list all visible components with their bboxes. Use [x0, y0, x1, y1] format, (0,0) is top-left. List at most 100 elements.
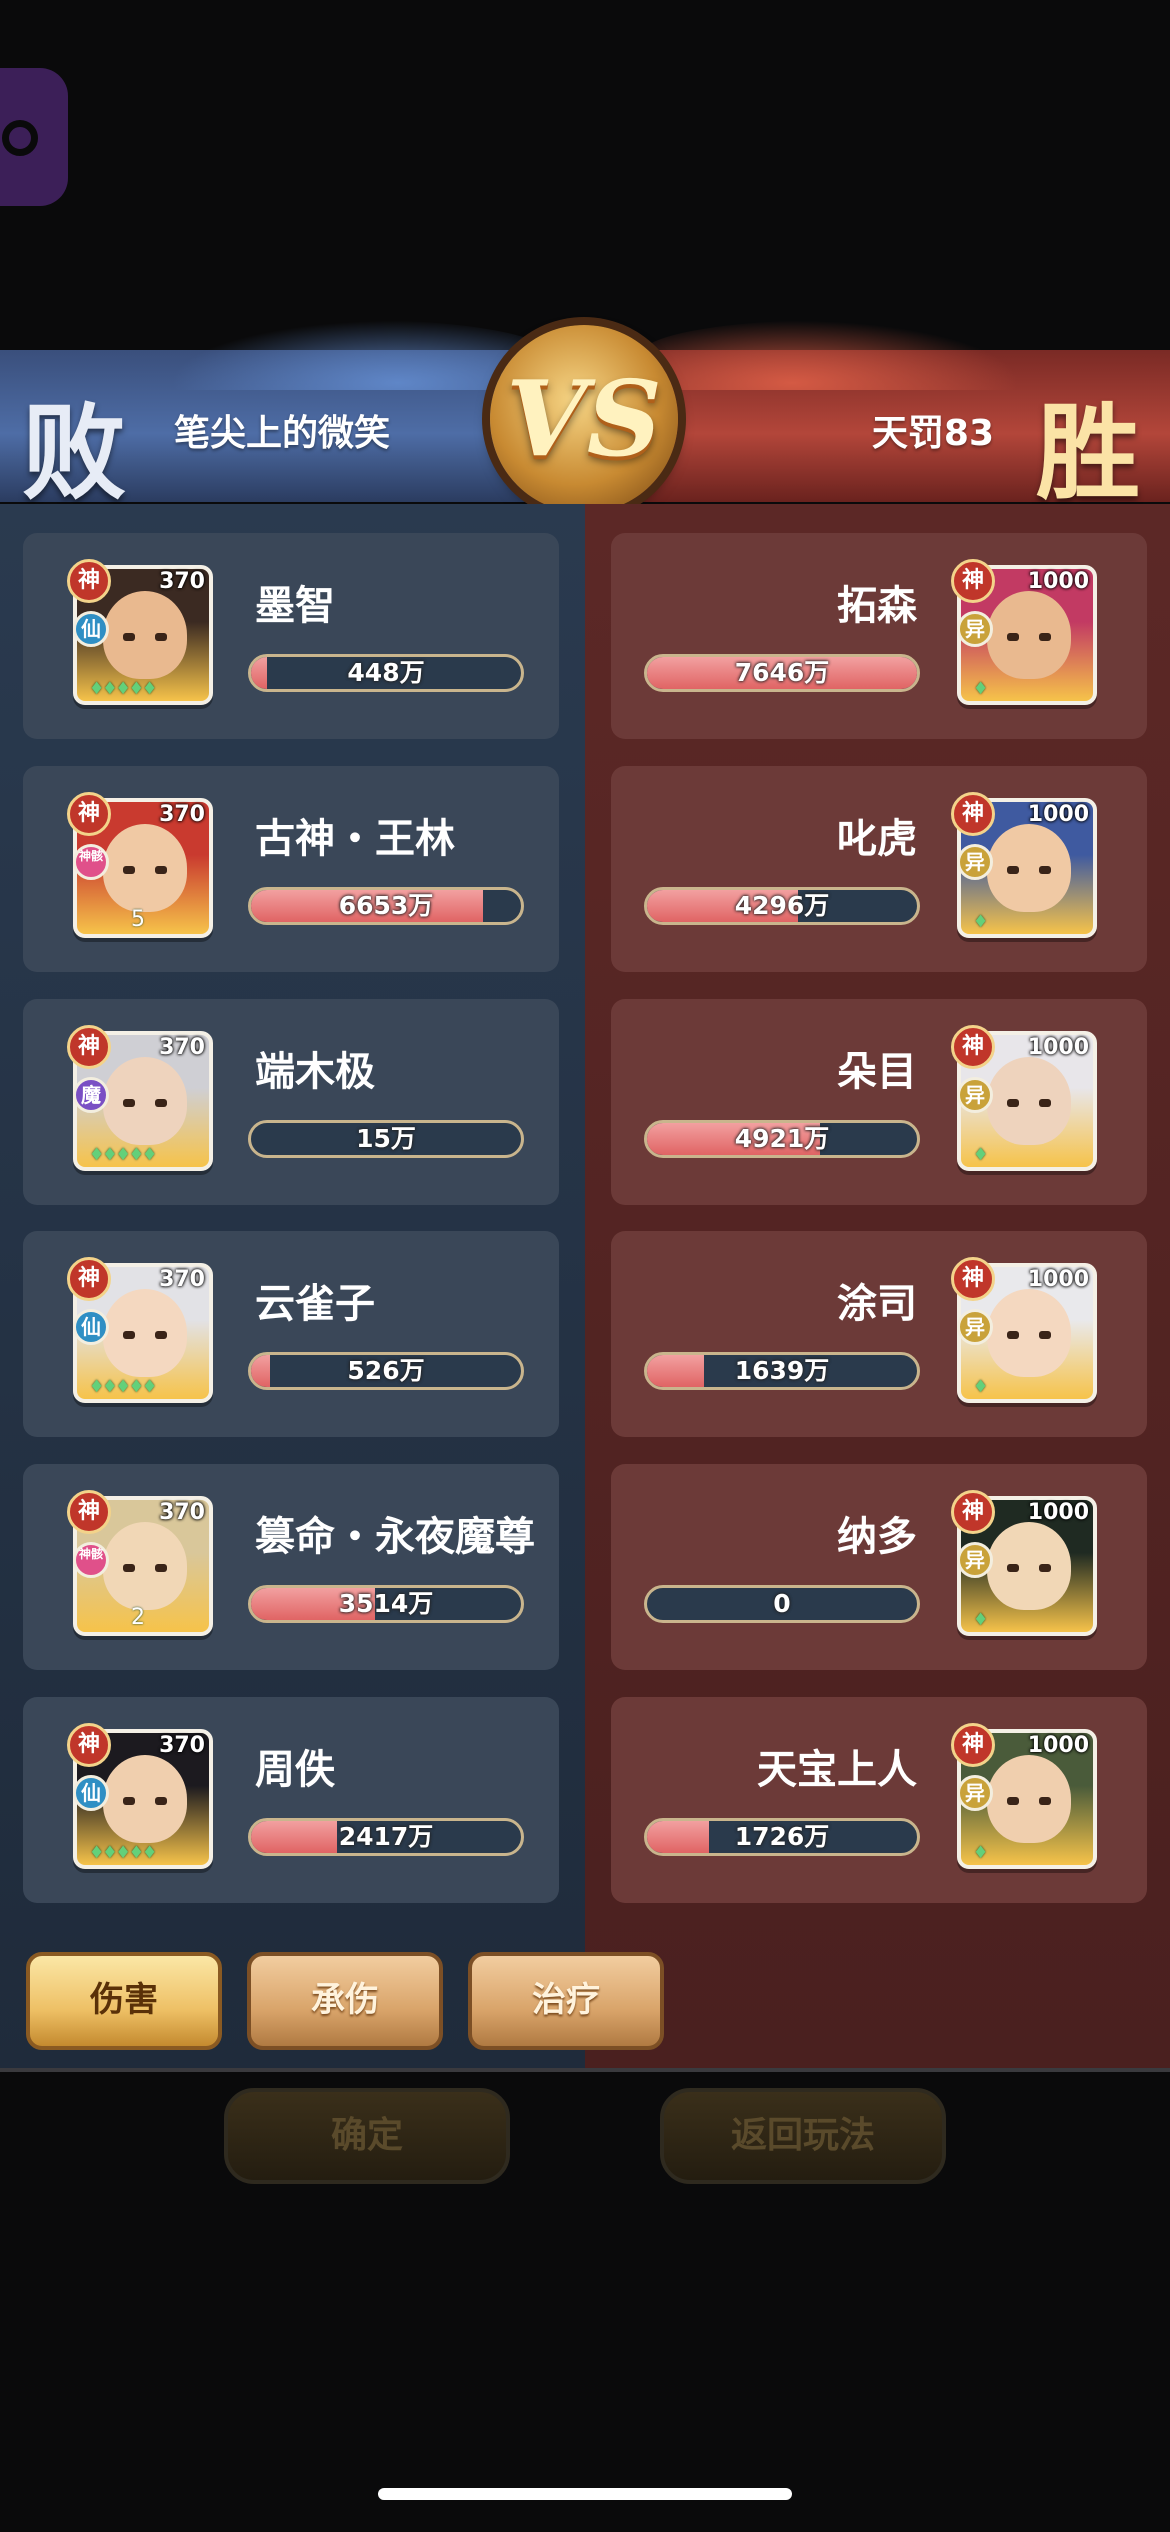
hero-portrait[interactable]: 神仙 370 ♦♦♦♦♦ — [67, 1723, 213, 1869]
defeat-label: 败 — [22, 391, 127, 514]
hero-portrait[interactable]: 神仙 370 ♦♦♦♦♦ — [67, 1257, 213, 1403]
hero-level: 1000 — [1027, 1500, 1089, 1525]
hero-face-icon — [103, 1755, 187, 1843]
damage-value: 4921万 — [734, 1124, 830, 1153]
hero-name: 周佚 — [255, 1747, 335, 1793]
faction-badge: 仙 — [73, 1775, 109, 1811]
hero-name: 涂司 — [837, 1281, 917, 1327]
hero-portrait[interactable]: 神异 1000 ♦ — [951, 1723, 1097, 1869]
faction-badge: 神骸 — [73, 1542, 109, 1578]
damage-bar: 1639万 — [644, 1352, 920, 1390]
hero-level: 370 — [159, 1500, 205, 1525]
god-rank-badge: 神 — [67, 1025, 111, 1069]
hero-face-icon — [987, 1289, 1071, 1377]
tab-damage[interactable]: 伤害 — [26, 1952, 222, 2050]
home-indicator[interactable] — [378, 2488, 792, 2500]
hero-face-icon — [103, 1522, 187, 1610]
tab-damage-taken[interactable]: 承伤 — [247, 1952, 443, 2050]
faction-badge: 异 — [957, 844, 993, 880]
hero-level: 370 — [159, 1035, 205, 1060]
right-hero-card[interactable]: 神异 1000 ♦ 朵目 4921万 — [611, 999, 1147, 1205]
star-rank: ♦♦♦♦♦ — [89, 1843, 157, 1863]
hero-name: 墨智 — [255, 583, 335, 629]
hero-portrait[interactable]: 神异 1000 ♦ — [951, 792, 1097, 938]
hero-name: 叱虎 — [837, 816, 917, 862]
right-hero-card[interactable]: 神异 1000 ♦ 纳多 0 — [611, 1464, 1147, 1670]
damage-value: 526万 — [347, 1356, 425, 1385]
hero-level: 370 — [159, 569, 205, 594]
right-hero-card[interactable]: 神异 1000 ♦ 天宝上人 1726万 — [611, 1697, 1147, 1903]
hero-portrait[interactable]: 神神骸 370 5 — [67, 792, 213, 938]
faction-badge: 神骸 — [73, 844, 109, 880]
hero-name: 云雀子 — [255, 1281, 375, 1327]
damage-bar: 1726万 — [644, 1818, 920, 1856]
hero-portrait[interactable]: 神异 1000 ♦ — [951, 1025, 1097, 1171]
hero-name: 端木极 — [255, 1049, 375, 1095]
hero-face-icon — [987, 1057, 1071, 1145]
right-hero-card[interactable]: 神异 1000 ♦ 涂司 1639万 — [611, 1231, 1147, 1437]
hero-portrait[interactable]: 神异 1000 ♦ — [951, 1490, 1097, 1636]
right-hero-card[interactable]: 神异 1000 ♦ 拓森 7646万 — [611, 533, 1147, 739]
hero-face-icon — [103, 591, 187, 679]
left-hero-card[interactable]: 神魔 370 ♦♦♦♦♦ 端木极 15万 — [23, 999, 559, 1205]
hero-level: 370 — [159, 1733, 205, 1758]
hero-name: 拓森 — [837, 583, 917, 629]
damage-bar: 448万 — [248, 654, 524, 692]
hero-face-icon — [987, 1522, 1071, 1610]
right-player-name: 天罚83 — [871, 413, 994, 454]
hero-name: 篡命・永夜魔尊 — [255, 1514, 535, 1560]
hero-level: 1000 — [1027, 1733, 1089, 1758]
app-logo-icon — [0, 68, 68, 206]
damage-bar: 7646万 — [644, 654, 920, 692]
hero-level: 1000 — [1027, 802, 1089, 827]
left-hero-card[interactable]: 神神骸 370 5 古神・王林 6653万 — [23, 766, 559, 972]
damage-value: 2417万 — [338, 1822, 434, 1851]
hero-portrait[interactable]: 神异 1000 ♦ — [951, 1257, 1097, 1403]
left-player-name: 笔尖上的微笑 — [174, 413, 391, 454]
hero-face-icon — [103, 1057, 187, 1145]
damage-value: 4296万 — [734, 891, 830, 920]
damage-bar: 6653万 — [248, 887, 524, 925]
hero-face-icon — [987, 1755, 1071, 1843]
god-rank-badge: 神 — [67, 559, 111, 603]
damage-value: 1726万 — [734, 1822, 830, 1851]
faction-badge: 异 — [957, 611, 993, 647]
faction-badge: 魔 — [73, 1077, 109, 1113]
left-hero-card[interactable]: 神仙 370 ♦♦♦♦♦ 墨智 448万 — [23, 533, 559, 739]
star-rank: ♦ — [973, 1843, 988, 1863]
star-rank: ♦ — [973, 679, 988, 699]
star-rank: ♦ — [973, 1610, 988, 1630]
panel-divider — [0, 2068, 1170, 2072]
hero-portrait[interactable]: 神异 1000 ♦ — [951, 559, 1097, 705]
confirm-button[interactable]: 确定 — [224, 2088, 510, 2184]
god-rank-badge: 神 — [951, 1025, 995, 1069]
hero-portrait[interactable]: 神神骸 370 2 — [67, 1490, 213, 1636]
red-flame-decoration — [640, 320, 1020, 390]
hero-level: 370 — [159, 1267, 205, 1292]
star-rank: ♦♦♦♦♦ — [89, 679, 157, 699]
damage-bar: 4921万 — [644, 1120, 920, 1158]
star-rank: 2 — [131, 1605, 145, 1630]
star-rank: ♦ — [973, 912, 988, 932]
hero-level: 1000 — [1027, 1035, 1089, 1060]
left-hero-card[interactable]: 神仙 370 ♦♦♦♦♦ 云雀子 526万 — [23, 1231, 559, 1437]
faction-badge: 异 — [957, 1542, 993, 1578]
left-hero-card[interactable]: 神神骸 370 2 篡命・永夜魔尊 3514万 — [23, 1464, 559, 1670]
left-hero-card[interactable]: 神仙 370 ♦♦♦♦♦ 周佚 2417万 — [23, 1697, 559, 1903]
back-to-mode-button[interactable]: 返回玩法 — [660, 2088, 946, 2184]
damage-bar: 15万 — [248, 1120, 524, 1158]
star-rank: ♦♦♦♦♦ — [89, 1145, 157, 1165]
god-rank-badge: 神 — [951, 792, 995, 836]
god-rank-badge: 神 — [67, 1257, 111, 1301]
damage-value: 0 — [773, 1589, 791, 1618]
star-rank: ♦♦♦♦♦ — [89, 1377, 157, 1397]
hero-portrait[interactable]: 神仙 370 ♦♦♦♦♦ — [67, 559, 213, 705]
faction-badge: 异 — [957, 1309, 993, 1345]
right-hero-card[interactable]: 神异 1000 ♦ 叱虎 4296万 — [611, 766, 1147, 972]
tab-healing[interactable]: 治疗 — [468, 1952, 664, 2050]
hero-portrait[interactable]: 神魔 370 ♦♦♦♦♦ — [67, 1025, 213, 1171]
damage-value: 448万 — [347, 658, 425, 687]
victory-label: 胜 — [1036, 391, 1141, 514]
faction-badge: 异 — [957, 1775, 993, 1811]
god-rank-badge: 神 — [67, 1723, 111, 1767]
